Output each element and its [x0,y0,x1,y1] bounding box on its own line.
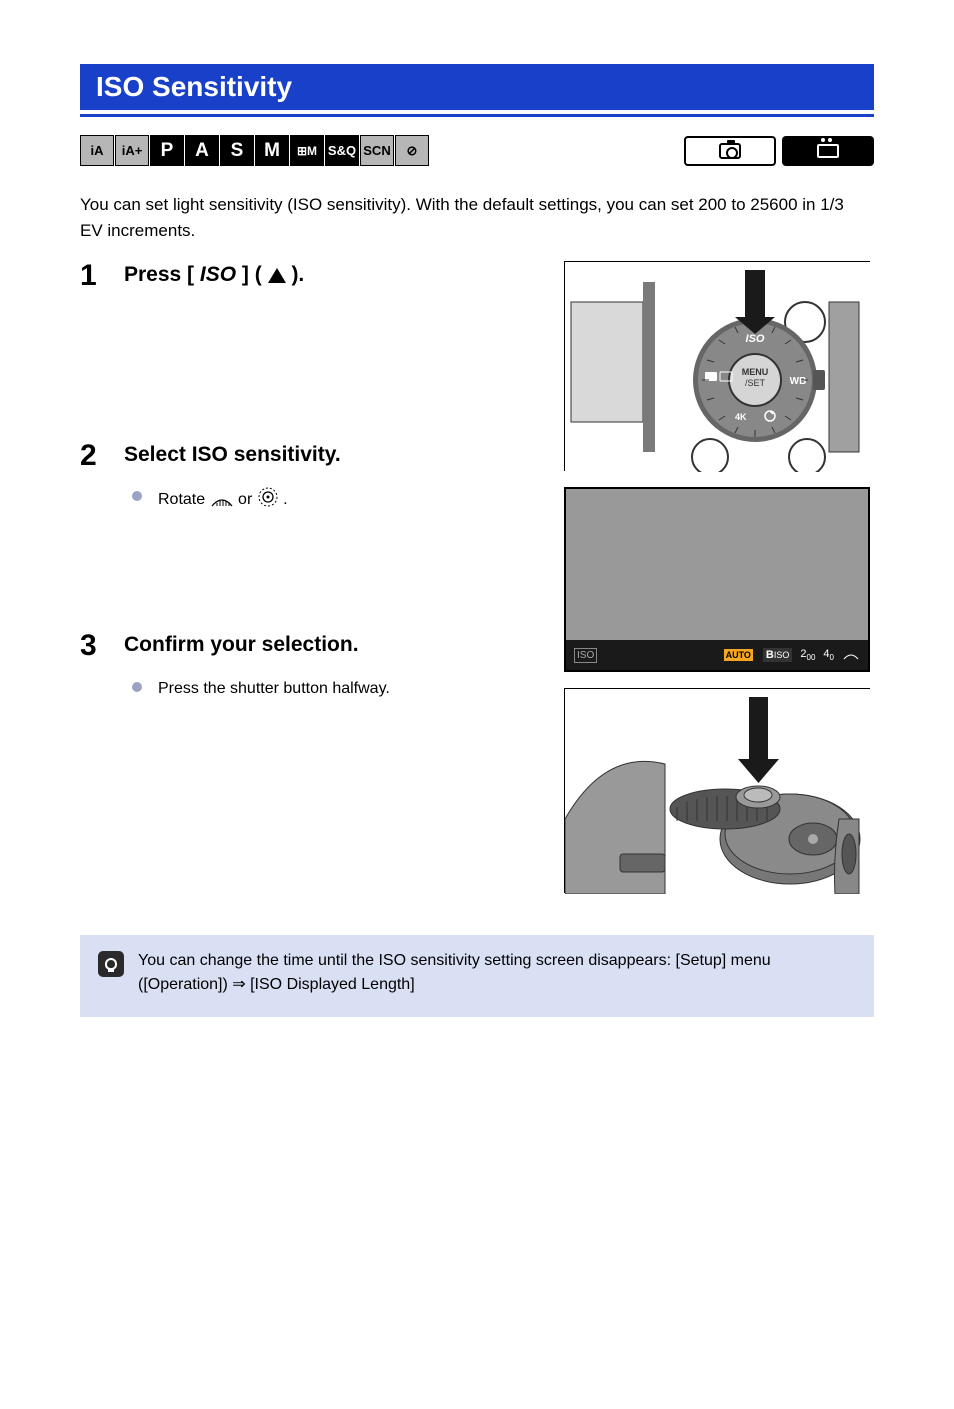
output-icons [684,136,874,166]
page-title: ISO Sensitivity [96,71,292,103]
iso-chip-label: ISO [774,650,790,660]
step-2-text: Select ISO sensitivity. [124,441,540,468]
lightbulb-icon [98,951,124,977]
step-1-end: ). [291,263,304,286]
step-3-bullet-text: Press the shutter button halfway. [158,677,390,700]
step-2-bullet-mid: or [238,491,257,508]
diagram-screen-iso-bar: ISO AUTO BISO 200 40 [564,487,870,672]
iso-footer-bar: ISO AUTO BISO 200 40 [566,640,868,670]
mode-p: P [150,135,184,166]
iso-value-40: 40 [823,648,834,662]
iso-auto-chip: AUTO [724,649,753,661]
rear-dial-icon [210,492,234,508]
svg-text:WB: WB [790,376,807,387]
photo-icon [684,136,776,166]
tip-text: You can change the time until the ISO se… [138,949,804,997]
control-dial-icon [257,486,279,508]
iso-footer-left-label: ISO [574,648,597,663]
mode-ia-plus: iA+ [115,135,149,166]
mode-s: S [220,135,254,166]
mode-ia: iA [80,135,114,166]
step-3: 3 Confirm your selection. Press the shut… [80,631,540,699]
dial-indicator-icon [842,649,860,661]
bullet-icon [132,682,142,692]
step-2-bullet-prefix: Rotate [158,491,210,508]
diagram-control-dial: MENU /SET ISO WB 4K [564,261,870,471]
step-1-suffix: ] ( [242,263,262,286]
images-column: MENU /SET ISO WB 4K [564,261,870,893]
step-3-number: 3 [80,631,124,699]
step-1-prefix: Press [ [124,263,194,286]
tip-box: You can change the time until the ISO se… [80,935,874,1017]
step-2-bullet: Rotate or . [124,486,540,511]
bullet-icon [132,491,142,501]
step-1: 1 Press [ ISO ] ( ). [80,261,540,291]
header-rule [80,114,874,117]
up-triangle-icon [268,268,286,283]
svg-text:/SET: /SET [745,378,766,388]
steps-column: 1 Press [ ISO ] ( ). 2 Select ISO sensit… [80,261,540,893]
mode-creative-movie: ⊞M [290,135,324,166]
mode-a: A [185,135,219,166]
step-1-text: Press [ ISO ] ( ). [124,261,540,288]
mode-m: M [255,135,289,166]
mode-scn: SCN [360,135,394,166]
iso-label-text: ISO [200,261,236,288]
mode-sq: S&Q [325,135,359,166]
step-2-bullet-end: . [283,491,287,508]
mode-row: iA iA+ P A S M ⊞M S&Q SCN ⊘ [80,135,874,166]
mode-creative: ⊘ [395,135,429,166]
video-icon [782,136,874,166]
step-3-text: Confirm your selection. [124,631,540,658]
step-1-number: 1 [80,261,124,291]
step-3-bullet: Press the shutter button halfway. [124,677,540,700]
diagram-shutter-button [564,688,870,893]
iso-value-200: 200 [800,648,815,662]
intro-text: You can set light sensitivity (ISO sensi… [80,192,844,243]
svg-text:MENU: MENU [742,367,769,377]
step-2-number: 2 [80,441,124,511]
svg-text:4K: 4K [735,412,747,422]
step-2: 2 Select ISO sensitivity. Rotate or . [80,441,540,511]
mode-icons: iA iA+ P A S M ⊞M S&Q SCN ⊘ [80,135,429,166]
svg-text:ISO: ISO [746,333,765,345]
